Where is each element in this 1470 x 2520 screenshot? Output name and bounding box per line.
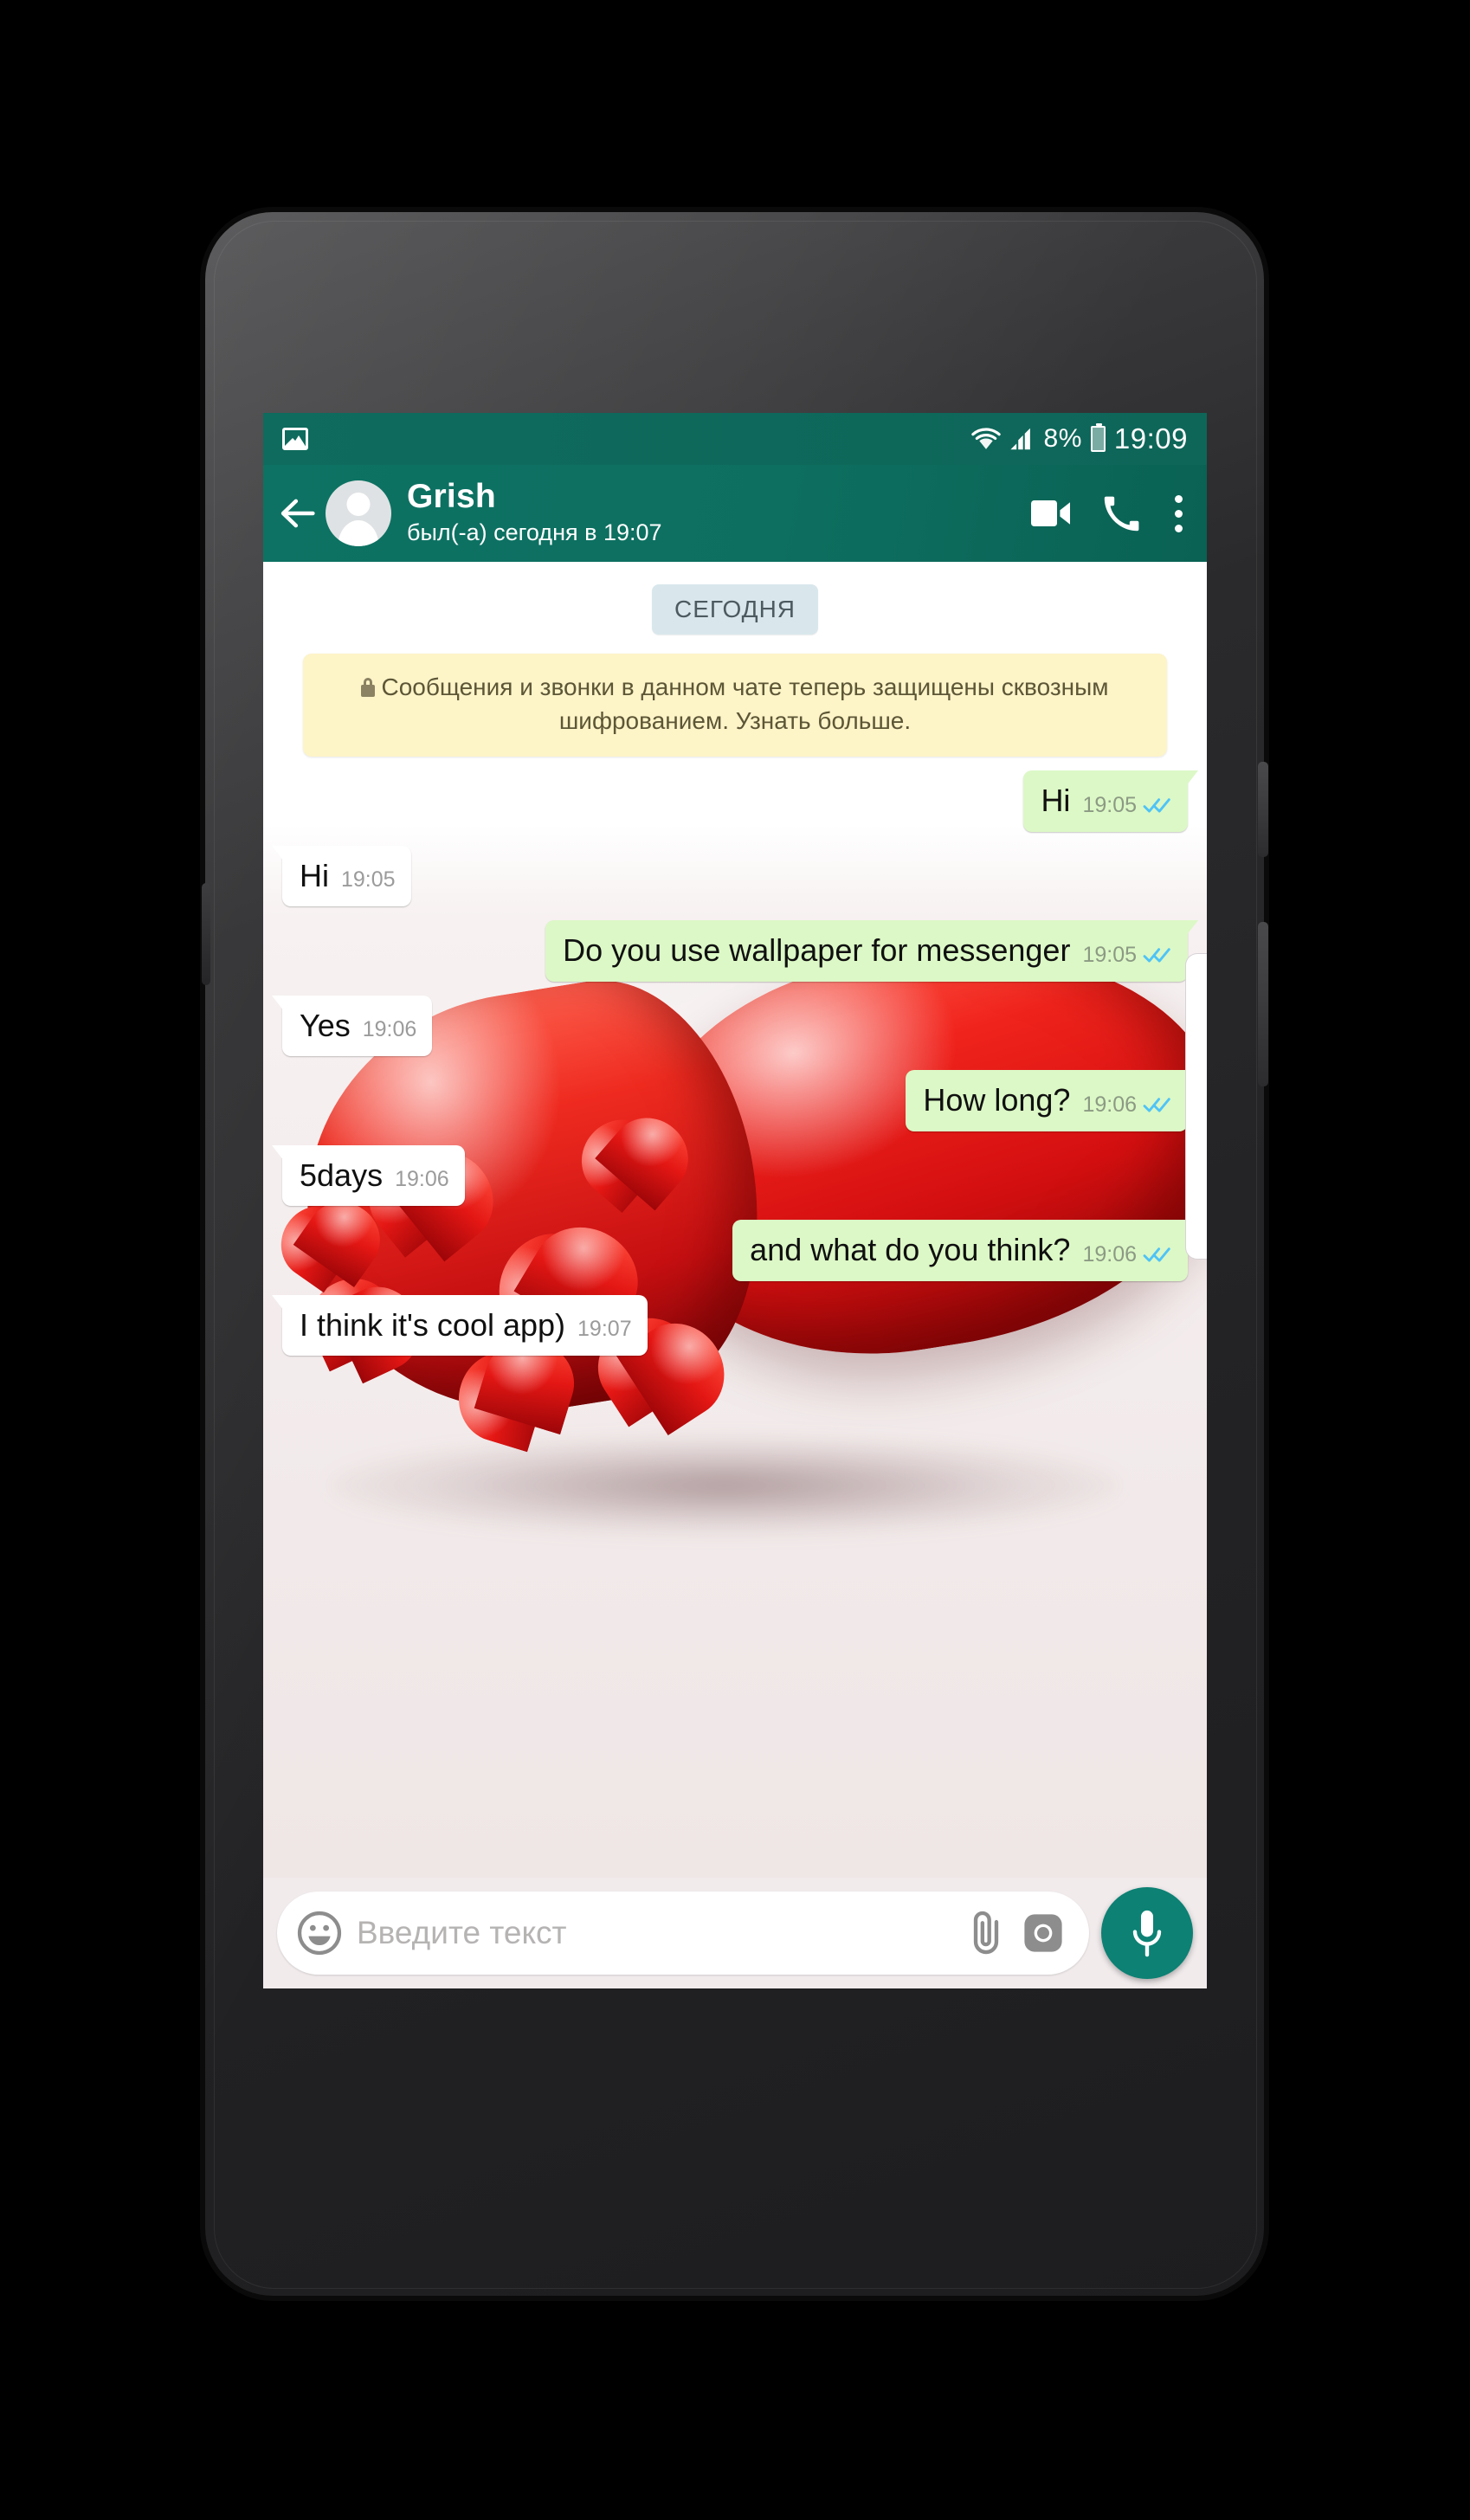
message-row: How long? 19:06 bbox=[263, 1070, 1207, 1131]
left-side-button[interactable] bbox=[202, 883, 210, 985]
video-call-icon[interactable] bbox=[1030, 493, 1072, 534]
signal-icon bbox=[1009, 428, 1030, 450]
message-time: 19:05 bbox=[1082, 942, 1137, 967]
message-bubble-incoming[interactable]: I think it's cool app) 19:07 bbox=[272, 1294, 648, 1356]
wifi-icon bbox=[970, 428, 1001, 449]
message-meta: 19:05 bbox=[1082, 793, 1172, 820]
app-bar-titles[interactable]: Grish был(-а) сегодня в 19:07 bbox=[407, 477, 662, 548]
message-row: and what do you think? 19:06 bbox=[263, 1220, 1207, 1281]
chat-scrollbar[interactable] bbox=[1185, 953, 1207, 1260]
chat-scroll-container[interactable]: СЕГОДНЯ Сообщения и звонки в данном чате… bbox=[263, 562, 1207, 1878]
app-bar: Grish был(-а) сегодня в 19:07 bbox=[263, 465, 1207, 562]
message-bubble-outgoing[interactable]: How long? 19:06 bbox=[906, 1070, 1198, 1131]
message-text: Hi bbox=[1041, 783, 1071, 819]
message-text: I think it's cool app) bbox=[300, 1306, 566, 1343]
emoji-icon[interactable] bbox=[296, 1910, 343, 1956]
message-meta: 19:05 bbox=[341, 867, 396, 894]
attach-icon[interactable] bbox=[966, 1909, 1006, 1957]
message-meta: 19:06 bbox=[395, 1167, 449, 1194]
message-text: Hi bbox=[300, 857, 329, 893]
read-receipt-icon bbox=[1143, 798, 1170, 813]
status-bar-right: 8% 19:09 bbox=[970, 422, 1188, 455]
message-row: Yes 19:06 bbox=[263, 995, 1207, 1057]
encryption-notice[interactable]: Сообщения и звонки в данном чате теперь … bbox=[303, 654, 1167, 757]
message-meta: 19:06 bbox=[1082, 1092, 1172, 1119]
message-text: 5days bbox=[300, 1157, 384, 1193]
camera-icon[interactable] bbox=[1020, 1910, 1067, 1956]
message-time: 19:05 bbox=[341, 867, 396, 893]
more-options-icon[interactable] bbox=[1172, 494, 1184, 532]
message-row: 5days 19:06 bbox=[263, 1144, 1207, 1207]
message-time: 19:05 bbox=[1082, 792, 1137, 817]
message-time: 19:07 bbox=[577, 1317, 632, 1341]
message-time: 19:06 bbox=[395, 1167, 449, 1192]
chat-message-list[interactable]: СЕГОДНЯ Сообщения и звонки в данном чате… bbox=[263, 562, 1207, 1878]
microphone-icon bbox=[1132, 1910, 1162, 1957]
power-button[interactable] bbox=[1258, 762, 1268, 857]
battery-percent-label: 8% bbox=[1043, 424, 1082, 453]
message-row: Hi 19:05 bbox=[263, 845, 1207, 907]
message-time: 19:06 bbox=[1082, 1241, 1137, 1266]
message-meta: 19:07 bbox=[577, 1317, 632, 1344]
message-row: I think it's cool app) 19:07 bbox=[263, 1294, 1207, 1356]
read-receipt-icon bbox=[1143, 1098, 1170, 1112]
message-time: 19:06 bbox=[1082, 1092, 1137, 1117]
message-bubble-incoming[interactable]: Yes 19:06 bbox=[271, 995, 433, 1057]
status-bar: 8% 19:09 bbox=[263, 413, 1207, 465]
message-meta: 19:06 bbox=[1082, 1242, 1172, 1269]
encryption-notice-row[interactable]: Сообщения и звонки в данном чате теперь … bbox=[263, 654, 1207, 757]
message-meta: 19:06 bbox=[363, 1017, 417, 1044]
contact-name: Grish bbox=[407, 477, 496, 515]
read-receipt-icon bbox=[1143, 948, 1170, 963]
message-text: and what do you think? bbox=[750, 1232, 1071, 1268]
day-divider-chip: СЕГОДНЯ bbox=[651, 584, 819, 635]
message-text: Do you use wallpaper for messenger bbox=[563, 932, 1071, 969]
phone-screen: 8% 19:09 Grish был(-а) сегодня в 19:07 С… bbox=[263, 413, 1207, 1988]
message-row: Do you use wallpaper for messenger 19:05 bbox=[263, 920, 1207, 982]
day-divider-row: СЕГОДНЯ bbox=[263, 584, 1207, 635]
message-meta: 19:05 bbox=[1082, 943, 1172, 970]
encryption-notice-text: Сообщения и звонки в данном чате теперь … bbox=[381, 674, 1109, 734]
message-bubble-outgoing[interactable]: Hi 19:05 bbox=[1023, 770, 1198, 832]
message-text: Yes bbox=[300, 1007, 351, 1043]
contact-avatar[interactable] bbox=[326, 480, 391, 546]
message-row: Hi 19:05 bbox=[263, 770, 1207, 832]
image-icon bbox=[282, 428, 308, 450]
message-bubble-outgoing[interactable]: Do you use wallpaper for messenger 19:05 bbox=[545, 920, 1198, 982]
lock-icon bbox=[361, 678, 376, 697]
back-arrow-icon[interactable] bbox=[275, 491, 320, 536]
message-bubble-incoming[interactable]: Hi 19:05 bbox=[272, 845, 411, 907]
message-bubble-outgoing[interactable]: and what do you think? 19:06 bbox=[732, 1220, 1198, 1281]
message-text: How long? bbox=[923, 1082, 1071, 1118]
read-receipt-icon bbox=[1143, 1247, 1170, 1262]
message-time: 19:06 bbox=[362, 1017, 417, 1042]
battery-icon bbox=[1090, 423, 1106, 452]
voice-record-button[interactable] bbox=[1101, 1887, 1193, 1979]
message-input-bar: Введите текст bbox=[263, 1878, 1207, 1988]
volume-button[interactable] bbox=[1258, 922, 1268, 1086]
contact-last-seen: был(-а) сегодня в 19:07 bbox=[407, 519, 662, 545]
app-bar-actions bbox=[1030, 493, 1188, 534]
status-bar-clock: 19:09 bbox=[1113, 422, 1188, 454]
message-input-pill[interactable]: Введите текст bbox=[277, 1892, 1089, 1975]
message-input-field[interactable]: Введите текст bbox=[357, 1915, 952, 1951]
message-bubble-incoming[interactable]: 5days 19:06 bbox=[272, 1144, 465, 1207]
status-bar-left bbox=[282, 428, 308, 450]
phone-call-icon[interactable] bbox=[1101, 493, 1143, 534]
